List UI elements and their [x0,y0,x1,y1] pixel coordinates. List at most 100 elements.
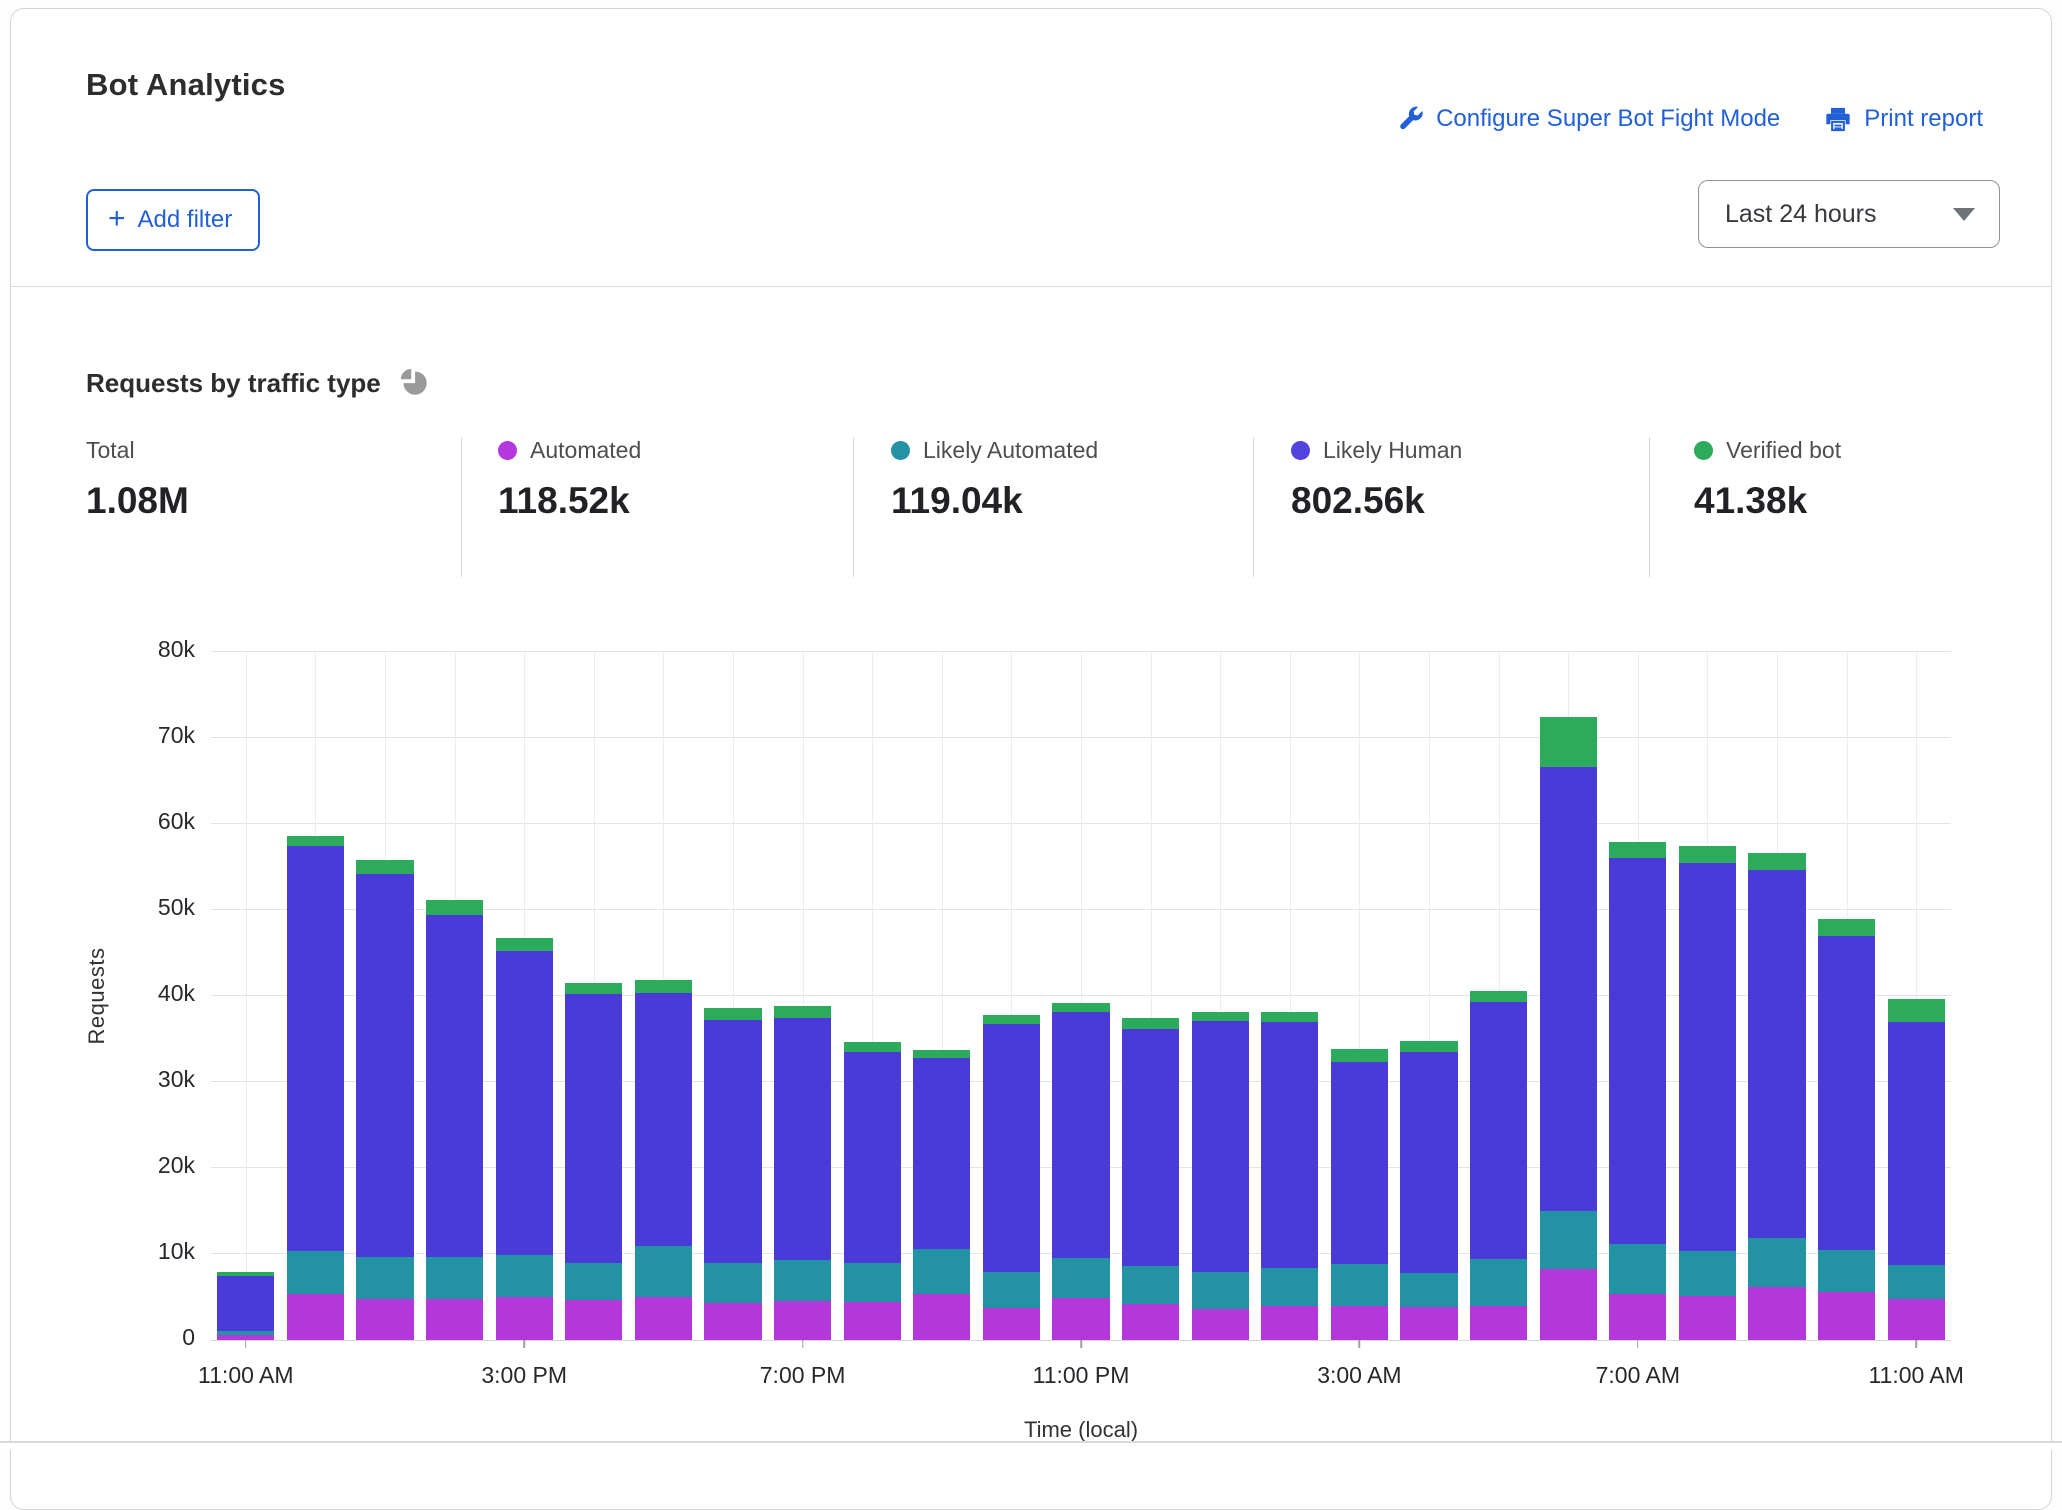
bar-6-00-pm[interactable] [704,652,761,1340]
bar-segment [1400,1041,1457,1052]
chevron-down-icon [1953,208,1975,221]
bar-segment [983,1308,1040,1340]
time-range-select[interactable]: Last 24 hours [1698,180,2000,248]
bar-segment [774,1260,831,1301]
bar-segment [426,915,483,1257]
bar-7-00-am[interactable] [1609,652,1666,1340]
x-tick-mark [245,1340,247,1348]
bar-9-00-pm[interactable] [913,652,970,1340]
stat-label: Automated [530,437,641,464]
stat-label: Likely Human [1323,437,1462,464]
bar-segment [1331,1306,1388,1340]
y-tick-label: 80k [115,636,195,663]
bar-segment [844,1042,901,1051]
bar-5-00-am[interactable] [1470,652,1527,1340]
bar-11-00-am[interactable] [217,652,274,1340]
bar-segment [983,1272,1040,1308]
x-tick-label: 3:00 PM [481,1362,567,1389]
y-tick-label: 30k [115,1066,195,1093]
bar-segment [1331,1264,1388,1306]
bot-analytics-page: { "header": { "title": "Bot Analytics", … [0,0,2062,1450]
bar-segment [1192,1272,1249,1309]
bar-8-00-am[interactable] [1679,652,1736,1340]
x-tick-mark [523,1340,525,1348]
bar-8-00-pm[interactable] [844,652,901,1340]
bar-segment [983,1024,1040,1272]
bar-4-00-pm[interactable] [565,652,622,1340]
legend-dot-verified-bot [1694,441,1713,460]
bar-segment [913,1058,970,1249]
bar-segment [1818,919,1875,936]
bar-7-00-pm[interactable] [774,652,831,1340]
bar-11-00-pm[interactable] [1052,652,1109,1340]
y-tick-label: 60k [115,808,195,835]
bar-segment [1261,1306,1318,1340]
bar-segment [1818,1292,1875,1340]
bar-9-00-am[interactable] [1748,652,1805,1340]
bar-1-00-pm[interactable] [356,652,413,1340]
bar-segment [356,874,413,1258]
x-tick-mark [1080,1340,1082,1348]
bar-11-00-am[interactable] [1888,652,1945,1340]
stat-value: 119.04k [891,480,1098,522]
bar-5-00-pm[interactable] [635,652,692,1340]
header-links: Configure Super Bot Fight Mode Print rep… [1396,105,1983,133]
bar-12-00-pm[interactable] [287,652,344,1340]
stat-label: Total [86,437,135,464]
bar-12-00-am[interactable] [1122,652,1179,1340]
bar-segment [844,1263,901,1303]
bar-segment [1888,999,1945,1021]
bar-4-00-am[interactable] [1400,652,1457,1340]
x-tick-label: 3:00 AM [1317,1362,1401,1389]
stat-value: 41.38k [1694,480,1841,522]
bar-segment [1748,1287,1805,1340]
bar-segment [287,836,344,846]
bar-10-00-am[interactable] [1818,652,1875,1340]
legend-dot-likely-automated [891,441,910,460]
y-tick-label: 40k [115,980,195,1007]
x-tick-label: 11:00 PM [1033,1362,1130,1389]
y-axis-title: Requests [84,948,110,1045]
y-tick-label: 20k [115,1152,195,1179]
bar-10-00-pm[interactable] [983,652,1040,1340]
bar-segment [356,860,413,874]
bar-segment [1748,853,1805,869]
bar-segment [1192,1021,1249,1272]
section-title-row: Requests by traffic type [86,365,428,401]
bar-segment [1400,1052,1457,1273]
requests-stacked-bar-chart: 010k20k30k40k50k60k70k80k11:00 AM3:00 PM… [211,652,1951,1340]
print-report-link[interactable]: Print report [1824,105,1983,133]
bar-segment [287,1294,344,1340]
bar-segment [496,1255,553,1297]
y-tick-label: 10k [115,1238,195,1265]
bar-segment [1470,1259,1527,1306]
bar-segment [1052,1258,1109,1298]
bar-segment [496,938,553,951]
bar-2-00-am[interactable] [1261,652,1318,1340]
bar-segment [913,1050,970,1058]
bar-segment [704,1303,761,1340]
stat-value: 802.56k [1291,480,1462,522]
bar-3-00-am[interactable] [1331,652,1388,1340]
x-tick-label: 7:00 AM [1596,1362,1680,1389]
bar-2-00-pm[interactable] [426,652,483,1340]
bar-segment [1261,1022,1318,1268]
stat-likely-automated: Likely Automated 119.04k [891,437,1098,522]
bar-segment [774,1006,831,1018]
add-filter-button[interactable]: + Add filter [86,189,260,251]
bar-segment [426,1299,483,1340]
bar-1-00-am[interactable] [1192,652,1249,1340]
bar-segment [1540,767,1597,1211]
bar-6-00-am[interactable] [1540,652,1597,1340]
time-range-value: Last 24 hours [1725,200,1877,229]
configure-super-bot-fight-mode-link[interactable]: Configure Super Bot Fight Mode [1396,105,1780,133]
bar-segment [1818,1250,1875,1292]
page-background [0,1443,2062,1450]
bar-segment [704,1020,761,1263]
bar-3-00-pm[interactable] [496,652,553,1340]
stat-value: 1.08M [86,480,189,522]
stat-value: 118.52k [498,480,641,522]
bar-segment [844,1302,901,1340]
bar-segment [1470,1306,1527,1340]
legend-dot-likely-human [1291,441,1310,460]
